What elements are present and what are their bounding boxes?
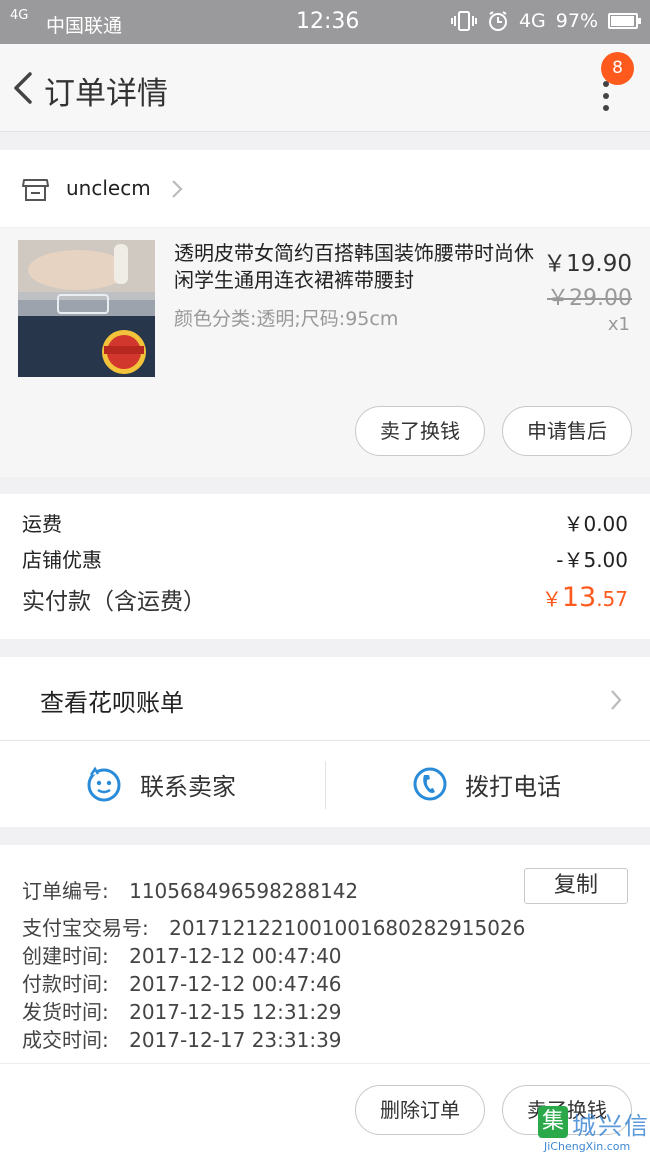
paid-time-line: 付款时间: 2017-12-12 00:47:46 (22, 968, 342, 997)
product-image[interactable] (18, 240, 155, 377)
created-time-label: 创建时间: (22, 944, 109, 968)
site-watermark: 集 城兴信 JiChengXin.com (532, 1104, 650, 1155)
huabei-bill-label[interactable]: 查看花呗账单 (40, 683, 184, 718)
battery-percent: 97% (555, 10, 598, 32)
created-time: 2017-12-12 00:47:40 (129, 944, 342, 968)
order-number: 110568496598288142 (129, 879, 359, 903)
alarm-icon (488, 11, 507, 31)
product-card[interactable]: 透明皮带女简约百搭韩国装饰腰带时尚休闲学生通用连衣裙裤带腰封 颜色分类:透明;尺… (0, 228, 650, 477)
network-type: 4G (518, 10, 546, 32)
shipping-label: 运费 (22, 512, 62, 536)
watermark-text: 城兴信 (572, 1112, 650, 1140)
contact-bar: 联系卖家 拨打电话 (0, 741, 650, 827)
alipay-number: 2017121221001001680282915026 (169, 916, 526, 940)
page-title: 订单详情 (44, 76, 168, 112)
total-integer: 13 (561, 582, 597, 613)
vibrate-icon (450, 11, 477, 31)
battery-icon (608, 13, 641, 29)
status-bar: 4G 中国联通 12:36 4G 97% (0, 0, 650, 44)
call-phone-button[interactable]: 拨打电话 (465, 767, 561, 802)
notification-badge: 8 (601, 52, 634, 85)
back-arrow-icon[interactable] (10, 70, 40, 106)
shipped-time-label: 发货时间: (22, 1000, 109, 1024)
clock: 12:36 (296, 9, 360, 34)
shipped-time: 2017-12-15 12:31:29 (129, 1000, 342, 1024)
original-price: ￥29.00 (547, 286, 632, 311)
contact-seller-button[interactable]: 联系卖家 (140, 767, 236, 802)
alipay-number-line: 支付宝交易号: 2017121221001001680282915026 (22, 912, 525, 941)
chevron-right-icon (611, 690, 622, 710)
product-title[interactable]: 透明皮带女简约百搭韩国装饰腰带时尚休闲学生通用连衣裙裤带腰封 (174, 240, 534, 294)
huabei-bill-row[interactable]: 查看花呗账单 (0, 657, 650, 741)
navbar: 订单详情 8 (0, 44, 650, 132)
completed-time: 2017-12-17 23:31:39 (129, 1028, 342, 1052)
total-decimal: .57 (596, 587, 628, 611)
contact-divider (325, 761, 326, 809)
carrier-name: 中国联通 (46, 15, 123, 37)
created-time-line: 创建时间: 2017-12-12 00:47:40 (22, 940, 342, 969)
total-currency: ￥ (541, 587, 562, 611)
shop-icon (22, 179, 49, 201)
chevron-right-icon (172, 180, 183, 198)
shipping-value: ￥0.00 (563, 512, 628, 536)
request-after-sale-button[interactable]: 申请售后 (502, 406, 632, 456)
fee-summary: 运费 ￥0.00 店铺优惠 -￥5.00 实付款（含运费） ￥13.57 (0, 494, 650, 639)
alipay-number-label: 支付宝交易号: (22, 916, 149, 940)
paid-time: 2017-12-12 00:47:46 (129, 972, 342, 996)
signal-indicator: 4G (10, 8, 29, 23)
shop-discount-label: 店铺优惠 (22, 548, 102, 572)
product-photo (18, 240, 155, 377)
info-divider (0, 1063, 650, 1064)
watermark-url: JiChengXin.com (544, 1140, 631, 1153)
product-price: ￥19.90 (543, 251, 632, 277)
copy-button[interactable]: 复制 (524, 868, 628, 904)
order-number-line: 订单编号: 110568496598288142 (22, 875, 358, 904)
watermark-logo: 集 (538, 1106, 568, 1138)
order-number-label: 订单编号: (22, 879, 109, 903)
product-quantity: x1 (607, 314, 630, 335)
total-paid-label: 实付款（含运费） (22, 589, 206, 615)
shop-row[interactable]: unclecm (0, 150, 650, 228)
delete-order-button[interactable]: 删除订单 (355, 1085, 485, 1135)
completed-time-label: 成交时间: (22, 1028, 109, 1052)
paid-time-label: 付款时间: (22, 972, 109, 996)
phone-icon[interactable] (412, 766, 448, 802)
shipped-time-line: 发货时间: 2017-12-15 12:31:29 (22, 996, 342, 1025)
completed-time-line: 成交时间: 2017-12-17 23:31:39 (22, 1024, 342, 1053)
sell-for-cash-button[interactable]: 卖了换钱 (355, 406, 485, 456)
shop-discount-value: -￥5.00 (556, 548, 628, 572)
chat-icon[interactable] (86, 766, 122, 802)
product-spec: 颜色分类:透明;尺码:95cm (174, 308, 399, 330)
total-paid-value: ￥13.57 (542, 582, 628, 613)
shop-name[interactable]: unclecm (66, 176, 151, 200)
